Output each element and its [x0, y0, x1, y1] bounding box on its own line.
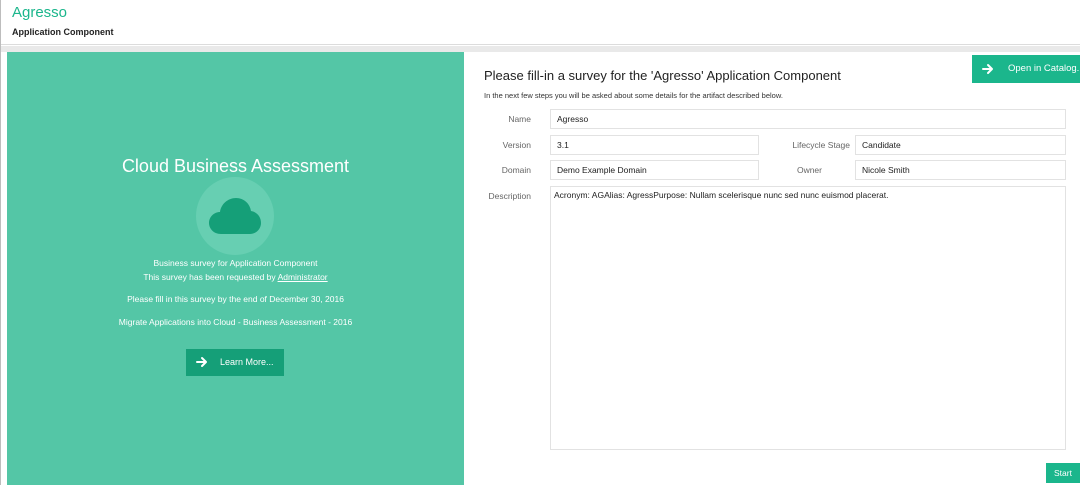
lifecycle-stage-field[interactable]: Candidate	[855, 135, 1066, 155]
app-title: Agresso	[12, 4, 68, 21]
arrow-right-icon	[982, 63, 994, 78]
requested-by-prefix: This survey has been requested by	[143, 272, 278, 282]
owner-field[interactable]: Nicole Smith	[855, 160, 1066, 180]
survey-heading: Cloud Business Assessment	[121, 156, 350, 176]
requested-by-text: This survey has been requested by Admini…	[7, 272, 464, 282]
open-in-catalog-button[interactable]: Open in Catalog...	[972, 55, 1080, 83]
form-intro: In the next few steps you will be asked …	[484, 91, 783, 100]
lifecycle-stage-label: Lifecycle Stage	[792, 140, 850, 150]
survey-form-panel: Open in Catalog... Please fill-in a surv…	[464, 52, 1080, 485]
requester-link[interactable]: Administrator	[278, 272, 328, 282]
cloud-icon-badge	[196, 177, 274, 255]
learn-more-label: Learn More...	[220, 357, 274, 367]
survey-info-panel: Cloud Business Assessment Business surve…	[7, 52, 464, 485]
cloud-icon	[209, 198, 261, 234]
version-field[interactable]: 3.1	[550, 135, 759, 155]
campaign-text: Migrate Applications into Cloud - Busine…	[118, 317, 353, 327]
description-textarea[interactable]: Acronym: AGAlias: AgressPurpose: Nullam …	[550, 186, 1066, 450]
header: Agresso Application Component	[1, 0, 1080, 45]
owner-label: Owner	[796, 165, 822, 175]
survey-type-text: Business survey for Application Componen…	[153, 258, 318, 268]
version-label: Version	[502, 140, 531, 150]
open-in-catalog-label: Open in Catalog...	[1008, 63, 1080, 74]
name-field[interactable]: Agresso	[550, 109, 1066, 129]
domain-label: Domain	[501, 165, 531, 175]
arrow-right-icon	[196, 356, 208, 370]
window: Agresso Application Component Cloud Busi…	[0, 0, 1080, 485]
start-button[interactable]: Start	[1046, 463, 1080, 483]
learn-more-button[interactable]: Learn More...	[186, 349, 284, 376]
name-label: Name	[508, 114, 531, 124]
domain-field[interactable]: Demo Example Domain	[550, 160, 759, 180]
description-label: Description	[488, 191, 531, 201]
app-subtitle: Application Component	[12, 27, 114, 37]
form-title: Please fill-in a survey for the 'Agresso…	[484, 68, 841, 83]
deadline-text: Please fill in this survey by the end of…	[127, 294, 344, 304]
